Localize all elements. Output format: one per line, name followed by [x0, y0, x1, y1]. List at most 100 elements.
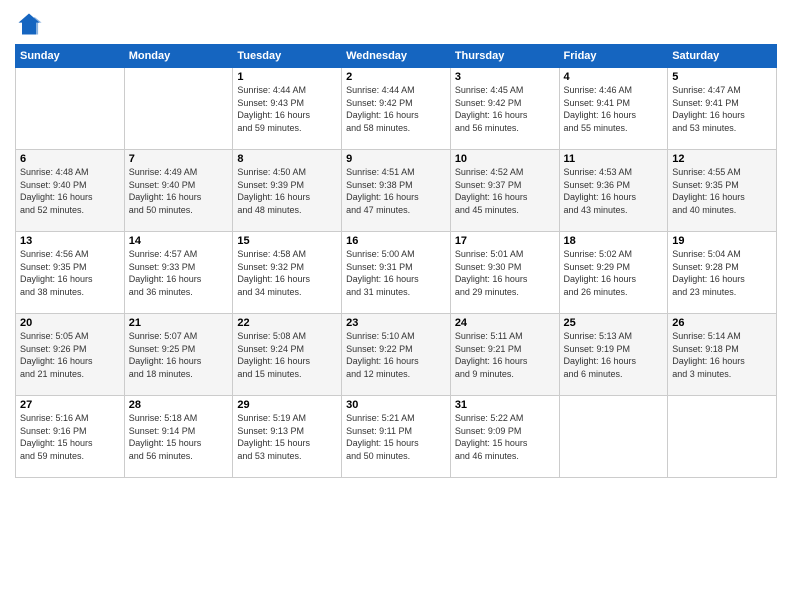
- day-number: 23: [346, 317, 446, 329]
- day-info: Sunrise: 5:01 AM Sunset: 9:30 PM Dayligh…: [455, 248, 555, 298]
- day-number: 1: [237, 71, 337, 83]
- week-row-1: 1Sunrise: 4:44 AM Sunset: 9:43 PM Daylig…: [16, 68, 777, 150]
- day-info: Sunrise: 4:45 AM Sunset: 9:42 PM Dayligh…: [455, 84, 555, 134]
- day-info: Sunrise: 4:53 AM Sunset: 9:36 PM Dayligh…: [564, 166, 664, 216]
- calendar-cell: 21Sunrise: 5:07 AM Sunset: 9:25 PM Dayli…: [124, 314, 233, 396]
- day-number: 31: [455, 399, 555, 411]
- calendar-cell: 28Sunrise: 5:18 AM Sunset: 9:14 PM Dayli…: [124, 396, 233, 478]
- day-info: Sunrise: 5:05 AM Sunset: 9:26 PM Dayligh…: [20, 330, 120, 380]
- calendar-cell: [559, 396, 668, 478]
- day-info: Sunrise: 5:13 AM Sunset: 9:19 PM Dayligh…: [564, 330, 664, 380]
- calendar-cell: 29Sunrise: 5:19 AM Sunset: 9:13 PM Dayli…: [233, 396, 342, 478]
- day-number: 22: [237, 317, 337, 329]
- day-info: Sunrise: 5:04 AM Sunset: 9:28 PM Dayligh…: [672, 248, 772, 298]
- day-number: 9: [346, 153, 446, 165]
- weekday-header-thursday: Thursday: [450, 45, 559, 68]
- day-info: Sunrise: 4:46 AM Sunset: 9:41 PM Dayligh…: [564, 84, 664, 134]
- day-number: 16: [346, 235, 446, 247]
- day-info: Sunrise: 5:14 AM Sunset: 9:18 PM Dayligh…: [672, 330, 772, 380]
- day-info: Sunrise: 5:22 AM Sunset: 9:09 PM Dayligh…: [455, 412, 555, 462]
- calendar-cell: 24Sunrise: 5:11 AM Sunset: 9:21 PM Dayli…: [450, 314, 559, 396]
- day-number: 13: [20, 235, 120, 247]
- day-info: Sunrise: 5:18 AM Sunset: 9:14 PM Dayligh…: [129, 412, 229, 462]
- header: [15, 10, 777, 38]
- day-number: 14: [129, 235, 229, 247]
- calendar-cell: 20Sunrise: 5:05 AM Sunset: 9:26 PM Dayli…: [16, 314, 125, 396]
- day-info: Sunrise: 5:21 AM Sunset: 9:11 PM Dayligh…: [346, 412, 446, 462]
- calendar-cell: 10Sunrise: 4:52 AM Sunset: 9:37 PM Dayli…: [450, 150, 559, 232]
- day-number: 4: [564, 71, 664, 83]
- day-number: 17: [455, 235, 555, 247]
- weekday-header-sunday: Sunday: [16, 45, 125, 68]
- day-info: Sunrise: 4:44 AM Sunset: 9:42 PM Dayligh…: [346, 84, 446, 134]
- calendar-cell: 7Sunrise: 4:49 AM Sunset: 9:40 PM Daylig…: [124, 150, 233, 232]
- calendar-cell: 11Sunrise: 4:53 AM Sunset: 9:36 PM Dayli…: [559, 150, 668, 232]
- day-info: Sunrise: 4:49 AM Sunset: 9:40 PM Dayligh…: [129, 166, 229, 216]
- calendar-cell: 22Sunrise: 5:08 AM Sunset: 9:24 PM Dayli…: [233, 314, 342, 396]
- calendar-cell: 25Sunrise: 5:13 AM Sunset: 9:19 PM Dayli…: [559, 314, 668, 396]
- day-info: Sunrise: 5:08 AM Sunset: 9:24 PM Dayligh…: [237, 330, 337, 380]
- calendar-cell: 5Sunrise: 4:47 AM Sunset: 9:41 PM Daylig…: [668, 68, 777, 150]
- calendar-cell: 16Sunrise: 5:00 AM Sunset: 9:31 PM Dayli…: [342, 232, 451, 314]
- day-info: Sunrise: 5:00 AM Sunset: 9:31 PM Dayligh…: [346, 248, 446, 298]
- day-info: Sunrise: 5:10 AM Sunset: 9:22 PM Dayligh…: [346, 330, 446, 380]
- day-number: 30: [346, 399, 446, 411]
- day-number: 8: [237, 153, 337, 165]
- day-info: Sunrise: 4:56 AM Sunset: 9:35 PM Dayligh…: [20, 248, 120, 298]
- day-info: Sunrise: 4:51 AM Sunset: 9:38 PM Dayligh…: [346, 166, 446, 216]
- day-info: Sunrise: 4:50 AM Sunset: 9:39 PM Dayligh…: [237, 166, 337, 216]
- week-row-2: 6Sunrise: 4:48 AM Sunset: 9:40 PM Daylig…: [16, 150, 777, 232]
- calendar-cell: [668, 396, 777, 478]
- day-info: Sunrise: 4:52 AM Sunset: 9:37 PM Dayligh…: [455, 166, 555, 216]
- calendar-cell: 23Sunrise: 5:10 AM Sunset: 9:22 PM Dayli…: [342, 314, 451, 396]
- day-info: Sunrise: 4:48 AM Sunset: 9:40 PM Dayligh…: [20, 166, 120, 216]
- weekday-header-saturday: Saturday: [668, 45, 777, 68]
- calendar-cell: 8Sunrise: 4:50 AM Sunset: 9:39 PM Daylig…: [233, 150, 342, 232]
- day-number: 10: [455, 153, 555, 165]
- calendar-cell: 3Sunrise: 4:45 AM Sunset: 9:42 PM Daylig…: [450, 68, 559, 150]
- day-info: Sunrise: 4:58 AM Sunset: 9:32 PM Dayligh…: [237, 248, 337, 298]
- day-number: 24: [455, 317, 555, 329]
- day-number: 28: [129, 399, 229, 411]
- day-info: Sunrise: 5:16 AM Sunset: 9:16 PM Dayligh…: [20, 412, 120, 462]
- week-row-3: 13Sunrise: 4:56 AM Sunset: 9:35 PM Dayli…: [16, 232, 777, 314]
- day-number: 19: [672, 235, 772, 247]
- day-number: 12: [672, 153, 772, 165]
- day-number: 25: [564, 317, 664, 329]
- day-number: 11: [564, 153, 664, 165]
- day-number: 2: [346, 71, 446, 83]
- day-number: 5: [672, 71, 772, 83]
- weekday-header-tuesday: Tuesday: [233, 45, 342, 68]
- day-number: 15: [237, 235, 337, 247]
- calendar-cell: 19Sunrise: 5:04 AM Sunset: 9:28 PM Dayli…: [668, 232, 777, 314]
- week-row-5: 27Sunrise: 5:16 AM Sunset: 9:16 PM Dayli…: [16, 396, 777, 478]
- page: SundayMondayTuesdayWednesdayThursdayFrid…: [0, 0, 792, 612]
- day-number: 6: [20, 153, 120, 165]
- week-row-4: 20Sunrise: 5:05 AM Sunset: 9:26 PM Dayli…: [16, 314, 777, 396]
- calendar-cell: 9Sunrise: 4:51 AM Sunset: 9:38 PM Daylig…: [342, 150, 451, 232]
- day-number: 7: [129, 153, 229, 165]
- day-number: 18: [564, 235, 664, 247]
- day-info: Sunrise: 4:44 AM Sunset: 9:43 PM Dayligh…: [237, 84, 337, 134]
- day-number: 27: [20, 399, 120, 411]
- logo-icon: [15, 10, 43, 38]
- calendar-cell: 14Sunrise: 4:57 AM Sunset: 9:33 PM Dayli…: [124, 232, 233, 314]
- day-number: 3: [455, 71, 555, 83]
- day-number: 21: [129, 317, 229, 329]
- calendar-cell: 12Sunrise: 4:55 AM Sunset: 9:35 PM Dayli…: [668, 150, 777, 232]
- calendar: SundayMondayTuesdayWednesdayThursdayFrid…: [15, 44, 777, 478]
- calendar-cell: 13Sunrise: 4:56 AM Sunset: 9:35 PM Dayli…: [16, 232, 125, 314]
- day-info: Sunrise: 4:57 AM Sunset: 9:33 PM Dayligh…: [129, 248, 229, 298]
- day-info: Sunrise: 5:11 AM Sunset: 9:21 PM Dayligh…: [455, 330, 555, 380]
- calendar-cell: 1Sunrise: 4:44 AM Sunset: 9:43 PM Daylig…: [233, 68, 342, 150]
- calendar-cell: 31Sunrise: 5:22 AM Sunset: 9:09 PM Dayli…: [450, 396, 559, 478]
- calendar-cell: 26Sunrise: 5:14 AM Sunset: 9:18 PM Dayli…: [668, 314, 777, 396]
- weekday-header-wednesday: Wednesday: [342, 45, 451, 68]
- calendar-cell: [124, 68, 233, 150]
- day-info: Sunrise: 4:55 AM Sunset: 9:35 PM Dayligh…: [672, 166, 772, 216]
- calendar-cell: 17Sunrise: 5:01 AM Sunset: 9:30 PM Dayli…: [450, 232, 559, 314]
- day-info: Sunrise: 5:19 AM Sunset: 9:13 PM Dayligh…: [237, 412, 337, 462]
- day-number: 29: [237, 399, 337, 411]
- day-number: 20: [20, 317, 120, 329]
- day-number: 26: [672, 317, 772, 329]
